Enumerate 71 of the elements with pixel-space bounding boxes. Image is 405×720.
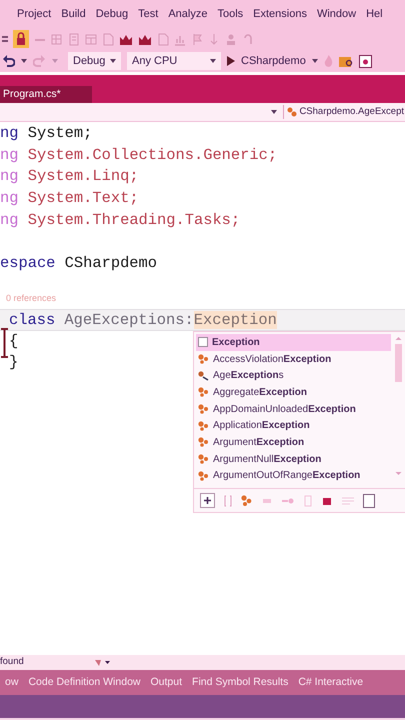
menu-item[interactable]: Build — [56, 6, 91, 22]
completion-item[interactable]: ArgumentOutOfRangeException — [196, 468, 391, 484]
menu-item[interactable]: Hel — [361, 6, 388, 22]
completion-item[interactable]: AppDomainUnloadedException — [196, 400, 391, 418]
grip-icon — [2, 34, 8, 44]
completion-item[interactable]: ArgumentException — [196, 434, 391, 451]
code-line: { — [9, 332, 18, 350]
menu-item[interactable]: Project — [12, 6, 56, 22]
list-icon[interactable] — [68, 32, 80, 46]
class-icon — [198, 370, 209, 381]
play-icon[interactable] — [227, 56, 235, 66]
completion-item[interactable]: ArgumentNullException — [196, 450, 391, 468]
completion-item[interactable]: AccessViolationException — [196, 350, 391, 368]
lines-icon[interactable] — [341, 494, 355, 507]
class-icon — [198, 437, 209, 448]
text-cursor-icon — [0, 328, 9, 358]
document-tab[interactable]: Program.cs* — [0, 86, 92, 103]
lock-icon[interactable] — [13, 30, 29, 48]
page-icon[interactable] — [102, 32, 114, 46]
crown-icon[interactable] — [119, 32, 133, 46]
code-line: } — [9, 353, 18, 372]
menu-item[interactable]: Test — [133, 6, 164, 22]
redo-icon[interactable] — [33, 54, 46, 68]
platform-dropdown[interactable]: Any CPU — [127, 52, 221, 70]
grid-icon[interactable] — [51, 32, 63, 46]
code-line: espace CSharpdemo — [0, 254, 158, 272]
menu-item[interactable]: Window — [312, 6, 362, 22]
caret-icon — [110, 59, 116, 63]
square-icon — [198, 337, 208, 348]
flag-icon[interactable] — [191, 32, 203, 46]
class-icon — [198, 387, 209, 398]
menu-item[interactable]: Analyze — [163, 6, 212, 22]
menu-item[interactable]: Debug — [90, 6, 134, 22]
window-icon[interactable] — [358, 54, 372, 68]
completion-item[interactable]: AggregateException — [196, 384, 391, 401]
caret-icon — [210, 59, 216, 63]
caret-icon[interactable] — [271, 110, 278, 114]
menu-item[interactable]: Tools — [212, 6, 248, 22]
folder-search-icon[interactable] — [338, 55, 353, 67]
class-icon — [198, 354, 209, 364]
undo-icon[interactable] — [2, 54, 15, 68]
page-icon[interactable] — [157, 32, 169, 46]
expand-icon[interactable] — [200, 493, 215, 508]
code-line: ng System.Linq; — [0, 167, 139, 186]
current-code-line: class AgeExceptions:Exception — [9, 310, 277, 329]
frame-icon[interactable] — [363, 494, 375, 508]
completion-item[interactable]: ApplicationException — [196, 417, 391, 434]
table-icon[interactable] — [85, 32, 97, 46]
class-icon — [198, 470, 209, 481]
class-icon — [198, 420, 209, 431]
code-line: ng System.Threading.Tasks; — [0, 210, 240, 229]
braces-icon[interactable] — [223, 494, 233, 507]
completion-item[interactable]: AgeExceptions — [196, 367, 391, 384]
code-line: ng System.Text; — [0, 189, 139, 208]
start-button[interactable]: CSharpdemo — [241, 52, 306, 70]
page-icon[interactable] — [303, 494, 313, 507]
class-icon[interactable] — [241, 494, 253, 507]
caret-icon[interactable] — [21, 59, 27, 63]
status-text: found — [0, 655, 24, 670]
class-icon — [287, 107, 298, 117]
caret-icon[interactable] — [312, 59, 318, 63]
code-line: ng System.Collections.Generic; — [0, 146, 278, 164]
menu-item[interactable]: Extensions — [248, 6, 312, 22]
class-icon — [198, 404, 209, 414]
arrow-icon[interactable] — [208, 32, 220, 46]
crown-icon[interactable] — [138, 32, 152, 46]
person-icon[interactable] — [225, 32, 237, 46]
configuration-dropdown[interactable]: Debug — [68, 52, 121, 70]
completion-item[interactable]: Exception — [196, 334, 391, 351]
code-line: ng System; — [0, 124, 92, 142]
class-icon — [198, 454, 209, 464]
